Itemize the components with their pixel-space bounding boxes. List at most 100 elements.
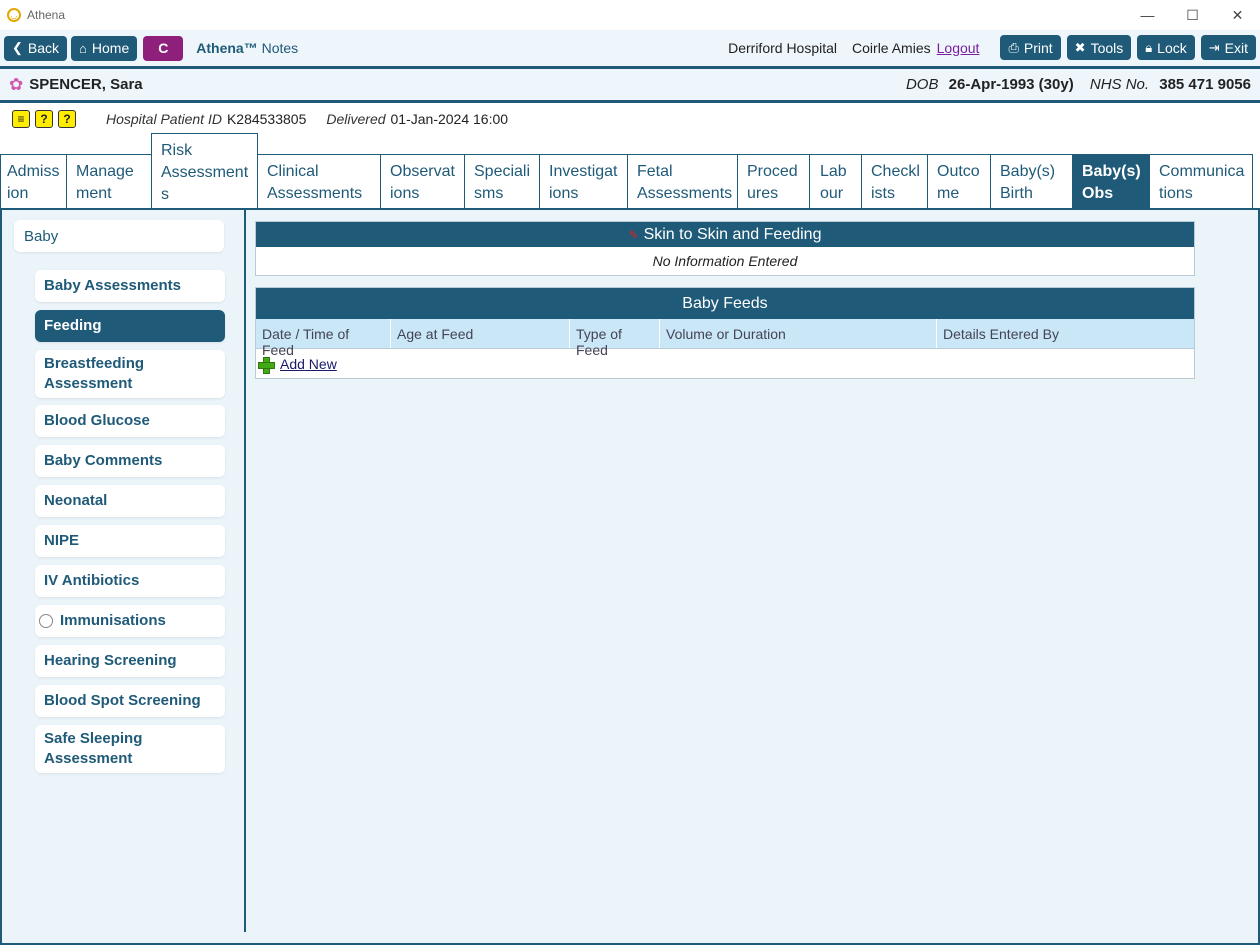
tab-label: our — [820, 185, 844, 202]
section-tabs: Admiss ion Manage ment Risk Assessment s Cli… — [0, 133, 1260, 209]
tab-label: ures — [747, 185, 779, 202]
athena-app-icon: ◡ — [7, 8, 21, 22]
tab-label: Risk — [161, 142, 193, 159]
edit-pen-icon[interactable]: ✎ — [629, 228, 639, 242]
alert-question-icon[interactable]: ? — [35, 110, 53, 128]
chevron-left-icon: ❮ — [12, 40, 23, 55]
tab-label: Communica — [1159, 163, 1245, 180]
info-row: ≡ ? ? Hospital Patient ID K284533805 Del… — [0, 104, 1260, 134]
print-label: Print — [1023, 39, 1053, 56]
tab-label: Assessment — [161, 164, 249, 181]
tab-labour[interactable]: Lab our — [809, 154, 862, 209]
sidebar-item-baby-assessments[interactable]: Baby Assessments — [35, 270, 225, 302]
patient-identifiers: DOB 26-Apr-1993 (30y) NHS No. 385 471 90… — [906, 76, 1251, 93]
nhs-value: 385 471 9056 — [1159, 76, 1251, 93]
tab-label: Assessments — [637, 185, 733, 202]
tab-specialisms[interactable]: Speciali sms — [464, 154, 540, 209]
alert-list-icon[interactable]: ≡ — [12, 110, 30, 128]
sidebar-item-hearing-screening[interactable]: Hearing Screening — [35, 645, 225, 677]
tab-label: Checkl — [871, 163, 920, 180]
baby-feeds-header: Baby Feeds — [256, 288, 1194, 319]
sidebar-item-iv-antibiotics[interactable]: IV Antibiotics — [35, 565, 225, 597]
hospital-name: Derriford Hospital — [728, 39, 838, 56]
sidebar-item-nipe[interactable]: NIPE — [35, 525, 225, 557]
tab-label: Admiss — [7, 163, 60, 180]
baby-feeds-panel: Baby Feeds Date / Time of Feed Age at Fe… — [255, 287, 1195, 379]
column-header: Details Entered By — [943, 326, 1059, 342]
skin-to-skin-title: Skin to Skin and Feeding — [643, 225, 822, 243]
column-header: Volume or Duration — [660, 319, 937, 348]
tab-checklists[interactable]: Checkl ists — [861, 154, 928, 209]
sidebar-group-baby[interactable]: Baby — [14, 220, 224, 252]
window-title: Athena — [27, 8, 66, 22]
patient-divider — [0, 100, 1260, 103]
tab-label: Lab — [820, 163, 847, 180]
tab-observations[interactable]: Observat ions — [380, 154, 465, 209]
tab-label: ions — [549, 185, 579, 202]
print-button[interactable]: ⎙ Print — [1000, 35, 1061, 60]
tab-management[interactable]: Manage ment — [66, 154, 152, 209]
tab-label: Obs — [1082, 185, 1114, 202]
brand-suffix: Notes — [261, 40, 299, 56]
hospital-id-label: Hospital Patient ID — [106, 111, 222, 127]
sidebar: Baby Baby Assessments Feeding Breastfeed… — [14, 220, 226, 773]
tab-outcome[interactable]: Outco me — [927, 154, 991, 209]
tab-label: Manage — [76, 163, 134, 180]
tab-label: me — [937, 185, 960, 202]
tab-label: s — [161, 186, 169, 203]
tab-label: ists — [871, 185, 895, 202]
title-bar: ◡ Athena — ☐ ✕ — [0, 0, 1260, 30]
tab-communications[interactable]: Communica tions — [1149, 154, 1253, 209]
tab-label: sms — [474, 185, 504, 202]
home-label: Home — [91, 40, 130, 56]
c-button[interactable]: C — [143, 35, 184, 61]
delivered-label: Delivered — [326, 111, 386, 127]
tab-procedures[interactable]: Proced ures — [737, 154, 810, 209]
tab-investigations[interactable]: Investigat ions — [539, 154, 628, 209]
tab-clinical-assessments[interactable]: Clinical Assessments — [257, 154, 381, 209]
app-brand: Athena™ Notes — [196, 40, 298, 56]
sidebar-item-breastfeeding-assessment[interactable]: Breastfeeding Assessment — [35, 350, 225, 398]
lock-label: Lock — [1157, 39, 1187, 56]
user-name: Coirle Amies — [852, 39, 931, 56]
sidebar-item-blood-spot-screening[interactable]: Blood Spot Screening — [35, 685, 225, 717]
sidebar-item-immunisations[interactable]: Immunisations — [35, 605, 225, 637]
maximize-button[interactable]: ☐ — [1170, 0, 1215, 30]
sidebar-item-feeding[interactable]: Feeding — [35, 310, 225, 342]
tab-label: tions — [1159, 185, 1193, 202]
tab-babys-obs[interactable]: Baby(s) Obs — [1072, 154, 1150, 209]
printer-icon: ⎙ — [1008, 39, 1019, 55]
exit-icon: ⇥ — [1208, 39, 1220, 55]
sidebar-item-baby-comments[interactable]: Baby Comments — [35, 445, 225, 477]
tab-admission[interactable]: Admiss ion — [0, 154, 67, 209]
tools-button[interactable]: ✖ Tools — [1066, 35, 1132, 60]
plus-icon[interactable] — [258, 356, 275, 374]
tab-label: Clinical — [267, 163, 319, 180]
exit-button[interactable]: ⇥ Exit — [1200, 35, 1256, 60]
skin-to-skin-panel: ✎ Skin to Skin and Feeding No Informatio… — [255, 221, 1195, 276]
tab-fetal-assessments[interactable]: Fetal Assessments — [627, 154, 738, 209]
alert-question-icon-2[interactable]: ? — [58, 110, 76, 128]
logout-link[interactable]: Logout — [937, 40, 980, 56]
sidebar-divider — [244, 210, 246, 932]
delivered-value: 01-Jan-2024 16:00 — [390, 111, 509, 127]
sidebar-item-safe-sleeping-assessment[interactable]: Safe Sleeping Assessment — [35, 725, 225, 773]
tab-label: Investigat — [549, 163, 618, 180]
dob-label: DOB — [905, 76, 939, 93]
sidebar-item-blood-glucose[interactable]: Blood Glucose — [35, 405, 225, 437]
tab-babys-birth[interactable]: Baby(s) Birth — [990, 154, 1073, 209]
skin-to-skin-header[interactable]: ✎ Skin to Skin and Feeding — [256, 222, 1194, 247]
lock-button[interactable]: 🔒︎ Lock — [1137, 35, 1195, 60]
tab-label: Proced — [747, 163, 798, 180]
close-window-button[interactable]: ✕ — [1215, 0, 1260, 30]
tab-label: Assessments — [267, 185, 363, 202]
minimize-button[interactable]: — — [1125, 0, 1170, 30]
main-content: Baby Baby Assessments Feeding Breastfeed… — [0, 208, 1260, 945]
add-new-link[interactable]: Add New — [280, 356, 337, 372]
patient-name: SPENCER, Sara — [29, 76, 143, 93]
home-button[interactable]: ⌂ Home — [71, 35, 138, 61]
back-button[interactable]: ❮ Back — [4, 35, 68, 61]
dob-value: 26-Apr-1993 (30y) — [948, 76, 1074, 93]
sidebar-item-neonatal[interactable]: Neonatal — [35, 485, 225, 517]
tab-risk-assessments[interactable]: Risk Assessment s — [151, 133, 258, 209]
